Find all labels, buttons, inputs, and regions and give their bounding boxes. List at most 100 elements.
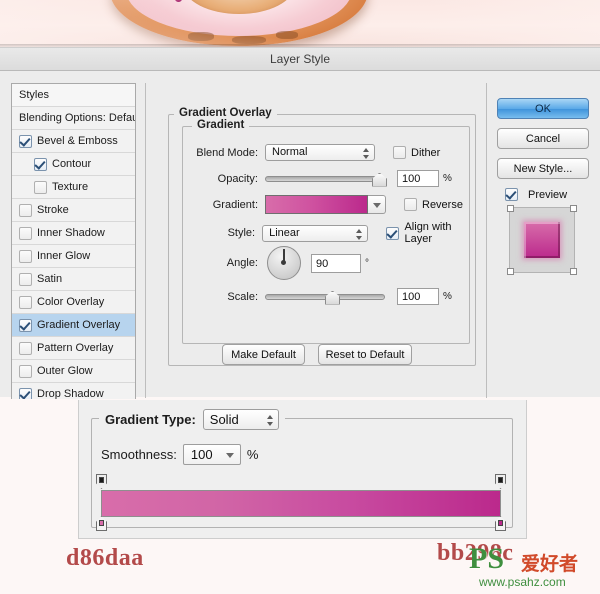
opacity-input[interactable]: 100 (397, 170, 439, 187)
opacity-stop-left[interactable] (96, 474, 107, 490)
smoothness-select[interactable]: 100 (182, 444, 241, 465)
scale-slider[interactable] (265, 290, 385, 305)
checkbox-drop-shadow[interactable] (19, 387, 32, 399)
sidebar-item-inner-shadow[interactable]: Inner Shadow (12, 222, 135, 245)
gradient-overlay-section: Gradient Overlay Gradient Blend Mode: No… (160, 104, 478, 369)
sidebar-item-label: Inner Shadow (37, 227, 105, 239)
sidebar-item-stroke[interactable]: Stroke (12, 199, 135, 222)
make-default-button[interactable]: Make Default (222, 344, 305, 365)
color-stop-right[interactable] (495, 516, 506, 532)
reset-to-default-label: Reset to Default (325, 348, 405, 361)
color-stop-left[interactable] (96, 516, 107, 532)
ok-button[interactable]: OK (497, 98, 589, 119)
sidebar-item-label: Outer Glow (37, 365, 93, 377)
angle-dial[interactable] (267, 246, 301, 280)
stop-chip (498, 477, 503, 483)
opacity-stop-right[interactable] (495, 474, 506, 490)
gradient-type-select[interactable]: Solid (202, 409, 279, 430)
blend-mode-value: Normal (272, 146, 308, 158)
checkbox-pattern-overlay[interactable] (19, 341, 32, 355)
sidebar-item-satin[interactable]: Satin (12, 268, 135, 291)
gradient-picker-dropdown[interactable] (368, 195, 386, 214)
opacity-slider[interactable] (265, 172, 387, 187)
angle-hub (281, 260, 286, 265)
blend-mode-select[interactable]: Normal (265, 144, 375, 161)
make-default-label: Make Default (231, 348, 296, 361)
gradient-group-title: Gradient (192, 119, 250, 131)
checkbox-reverse[interactable] (404, 198, 417, 211)
angle-value: 90 (316, 257, 329, 270)
updown-arrows-icon (363, 147, 370, 160)
sidebar-item-inner-glow[interactable]: Inner Glow (12, 245, 135, 268)
checkbox-satin[interactable] (19, 272, 32, 286)
sidebar-item-bevel-emboss[interactable]: Bevel & Emboss (12, 130, 135, 153)
smoothness-label: Smoothness: (101, 447, 177, 462)
angle-unit: ° (365, 257, 369, 269)
cancel-label: Cancel (525, 132, 561, 145)
panel-divider (145, 83, 146, 398)
dialog-actions: OK Cancel New Style... Preview (497, 98, 593, 275)
checkbox-dither[interactable] (393, 146, 406, 159)
style-select[interactable]: Linear (262, 224, 369, 242)
sidebar-item-label: Drop Shadow (37, 388, 104, 399)
new-style-button[interactable]: New Style... (497, 158, 589, 179)
sidebar-item-label: Texture (52, 181, 89, 193)
watermark: PS 爱好者 www.psahz.com (469, 544, 597, 592)
checkbox-color-overlay[interactable] (19, 295, 32, 309)
gradient-swatch[interactable] (265, 195, 368, 214)
blending-options-label: Blending Options: Default (19, 112, 136, 124)
sidebar-item-gradient-overlay[interactable]: Gradient Overlay (12, 314, 135, 337)
scale-input[interactable]: 100 (397, 288, 439, 305)
preview-toggle[interactable]: Preview (505, 188, 593, 201)
reset-to-default-button[interactable]: Reset to Default (318, 344, 412, 365)
checkbox-outer-glow[interactable] (19, 364, 32, 378)
left-hex-label: d86daa (66, 545, 144, 571)
checkbox-inner-glow[interactable] (19, 249, 32, 263)
new-style-label: New Style... (513, 162, 573, 175)
thumbnail-corner (507, 205, 514, 212)
styles-list[interactable]: Styles Blending Options: Default Bevel &… (11, 83, 136, 399)
checkbox-contour[interactable] (34, 157, 47, 171)
slider-knob[interactable] (325, 290, 340, 305)
checkbox-align-with-layer[interactable] (386, 226, 400, 240)
sidebar-item-drop-shadow[interactable]: Drop Shadow (12, 383, 135, 399)
checkbox-preview[interactable] (505, 188, 518, 201)
sidebar-item-texture[interactable]: Texture (12, 176, 135, 199)
watermark-url: www.psahz.com (479, 575, 566, 589)
checkbox-gradient-overlay[interactable] (19, 318, 32, 332)
opacity-unit: % (443, 173, 452, 184)
sidebar-item-label: Gradient Overlay (37, 319, 121, 331)
opacity-value: 100 (402, 173, 421, 185)
scale-label: Scale: (227, 290, 258, 303)
gradient-type-label: Gradient Type: (105, 412, 196, 427)
sidebar-item-label: Contour (52, 158, 92, 170)
sidebar-item-label: Bevel & Emboss (37, 135, 118, 147)
sidebar-item-label: Satin (37, 273, 63, 285)
checkbox-texture[interactable] (34, 180, 47, 194)
gradient-type-row: Gradient Type: Solid (99, 409, 285, 430)
angle-label: Angle: (226, 257, 258, 269)
checkbox-bevel-emboss[interactable] (19, 134, 32, 148)
preview-thumbnail (507, 205, 577, 275)
smoothness-value: 100 (190, 447, 213, 462)
sidebar-item-color-overlay[interactable]: Color Overlay (12, 291, 135, 314)
reverse-label: Reverse (422, 198, 463, 211)
sidebar-item-outer-glow[interactable]: Outer Glow (12, 360, 135, 383)
gradient-preview-strip[interactable] (101, 490, 501, 517)
sidebar-item-label: Stroke (37, 204, 69, 216)
slider-track (265, 175, 385, 182)
opacity-label: Opacity: (217, 172, 258, 185)
sidebar-item-pattern-overlay[interactable]: Pattern Overlay (12, 337, 135, 360)
sidebar-item-contour[interactable]: Contour (12, 153, 135, 176)
sidebar-item-blending-options[interactable]: Blending Options: Default (12, 107, 135, 130)
dither-label: Dither (411, 146, 441, 159)
checkbox-stroke[interactable] (19, 203, 32, 217)
checkbox-inner-shadow[interactable] (19, 226, 32, 240)
slider-knob[interactable] (372, 172, 387, 187)
screenshot-root: Layer Style Styles Blending Options: Def… (0, 0, 600, 594)
gradient-strip-area (96, 474, 506, 531)
angle-input[interactable]: 90 (311, 253, 361, 273)
cancel-button[interactable]: Cancel (497, 128, 589, 149)
preview-label: Preview (528, 188, 568, 201)
smoothness-row: Smoothness: 100 % (101, 444, 258, 465)
